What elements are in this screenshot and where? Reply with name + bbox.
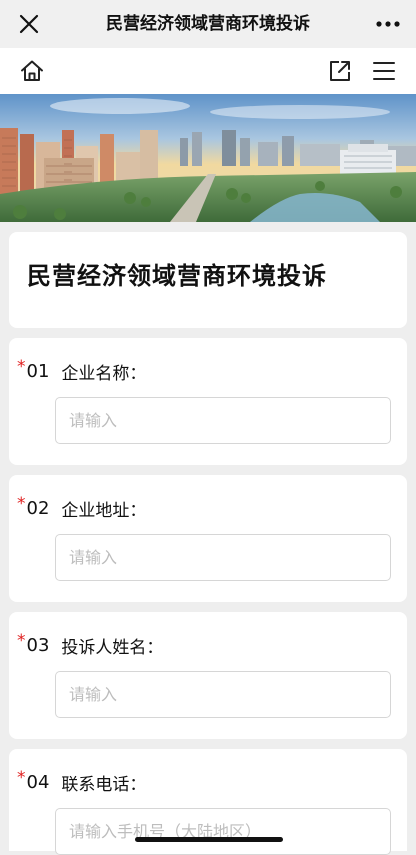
phone-input[interactable]: 请输入手机号（大陆地区）: [55, 808, 391, 855]
question-number: 03: [26, 634, 50, 656]
complainant-name-input[interactable]: 请输入: [55, 671, 391, 718]
question-card-phone: * 04 联系电话： 请输入手机号（大陆地区）: [9, 749, 407, 855]
required-asterisk: *: [17, 494, 26, 514]
question-card-complainant-name: * 03 投诉人姓名： 请输入: [9, 612, 407, 739]
form-title: 民营经济领域营商环境投诉: [27, 262, 327, 290]
menu-icon[interactable]: [372, 59, 396, 83]
question-text: 投诉人姓名：: [61, 637, 164, 658]
top-bar: 民营经济领域营商环境投诉: [0, 0, 416, 48]
question-number: 04: [26, 771, 50, 793]
required-asterisk: *: [17, 357, 26, 377]
more-icon[interactable]: [374, 12, 402, 36]
company-address-input[interactable]: 请输入: [55, 534, 391, 581]
required-asterisk: *: [17, 631, 26, 651]
home-icon[interactable]: [19, 58, 45, 84]
question-label: * 02 企业地址：: [17, 494, 147, 521]
question-card-company-address: * 02 企业地址： 请输入: [9, 475, 407, 602]
browser-toolbar: [0, 48, 416, 94]
question-text: 联系电话：: [61, 774, 147, 795]
page-title: 民营经济领域营商环境投诉: [106, 14, 310, 34]
question-card-company-name: * 01 企业名称： 请输入: [9, 338, 407, 465]
form-title-card: 民营经济领域营商环境投诉: [9, 232, 407, 328]
share-icon[interactable]: [328, 59, 352, 83]
banner-image: [0, 94, 416, 222]
question-text: 企业名称：: [61, 363, 147, 384]
question-number: 02: [26, 497, 50, 519]
required-asterisk: *: [17, 768, 26, 788]
question-label: * 01 企业名称：: [17, 357, 147, 384]
question-text: 企业地址：: [61, 500, 147, 521]
close-icon[interactable]: [16, 11, 42, 37]
home-indicator[interactable]: [135, 837, 283, 842]
city-skyline-illustration: [0, 94, 416, 222]
question-label: * 03 投诉人姓名：: [17, 631, 164, 658]
company-name-input[interactable]: 请输入: [55, 397, 391, 444]
question-number: 01: [26, 360, 50, 382]
question-label: * 04 联系电话：: [17, 768, 147, 795]
